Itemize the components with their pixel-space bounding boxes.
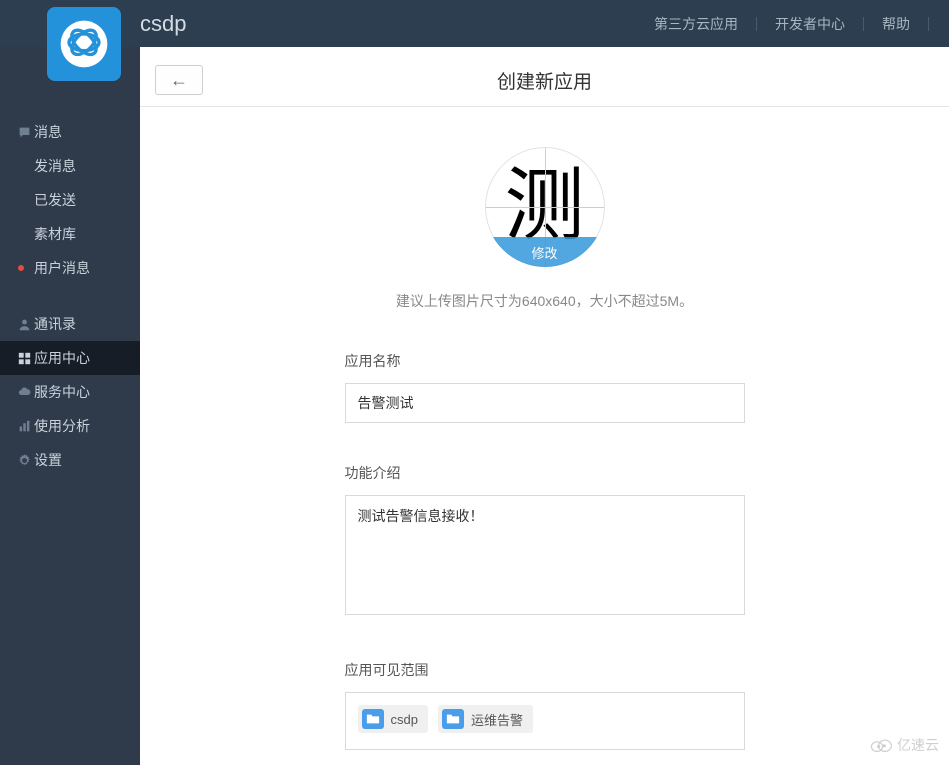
sidebar-item-contacts[interactable]: 通讯录: [0, 307, 140, 341]
field-app-name: 应用名称: [345, 351, 745, 423]
user-icon: [14, 318, 34, 331]
sidebar-item-settings[interactable]: 设置: [0, 443, 140, 477]
sidebar-label: 素材库: [34, 224, 76, 244]
page-title: 创建新应用: [497, 67, 592, 94]
sidebar-item-materials[interactable]: 素材库: [0, 217, 140, 251]
field-description: 功能介绍: [345, 463, 745, 620]
nav-help[interactable]: 帮助: [864, 14, 928, 34]
sidebar-label: 消息: [34, 122, 62, 142]
sidebar-item-app-center[interactable]: 应用中心: [0, 341, 140, 375]
watermark: 亿速云: [869, 735, 939, 755]
main-area: ← 创建新应用 测 修改 建议上传图片尺寸为640x640，大小不超过5M。 应…: [140, 47, 949, 765]
app-name-label: 应用名称: [345, 351, 745, 371]
folder-icon: [442, 709, 464, 729]
nav-divider: [928, 17, 929, 31]
grid-icon: [14, 352, 34, 365]
chart-icon: [14, 420, 34, 433]
folder-icon: [362, 709, 384, 729]
nav-cloud-app[interactable]: 第三方云应用: [636, 14, 756, 34]
avatar-hint: 建议上传图片尺寸为640x640，大小不超过5M。: [396, 291, 693, 311]
app-avatar-upload[interactable]: 测 修改: [485, 147, 605, 267]
scope-selector[interactable]: csdp 运维告警: [345, 692, 745, 750]
scope-tag-label: csdp: [391, 712, 418, 727]
sidebar-item-user-msg[interactable]: 用户消息: [0, 251, 140, 285]
app-logo: [47, 7, 121, 81]
scope-tag[interactable]: csdp: [358, 705, 428, 733]
sidebar-item-service-center[interactable]: 服务中心: [0, 375, 140, 409]
notification-dot-icon: [18, 265, 24, 271]
logo-icon: [59, 19, 109, 69]
sidebar-label: 已发送: [34, 190, 76, 210]
arrow-left-icon: ←: [170, 70, 188, 91]
app-name-input[interactable]: [345, 383, 745, 423]
sidebar-item-send-msg[interactable]: 发消息: [0, 149, 140, 183]
sidebar-item-sent[interactable]: 已发送: [0, 183, 140, 217]
topbar: csdp 第三方云应用 开发者中心 帮助: [0, 0, 949, 47]
gear-icon: [14, 454, 34, 467]
field-scope: 应用可见范围 csdp 运维告警: [345, 660, 745, 750]
topbar-nav: 第三方云应用 开发者中心 帮助: [636, 14, 929, 34]
sidebar-label: 设置: [34, 450, 62, 470]
page-header: ← 创建新应用: [140, 47, 949, 107]
back-button[interactable]: ←: [155, 65, 203, 95]
form-area: 测 修改 建议上传图片尺寸为640x640，大小不超过5M。 应用名称 功能介绍…: [140, 107, 949, 765]
watermark-cloud-icon: [869, 737, 893, 753]
cloud-icon: [14, 386, 34, 399]
sidebar-item-analytics[interactable]: 使用分析: [0, 409, 140, 443]
sidebar-item-messages[interactable]: 消息: [0, 115, 140, 149]
sidebar-label: 使用分析: [34, 416, 90, 436]
nav-dev-center[interactable]: 开发者中心: [757, 14, 863, 34]
sidebar-label: 用户消息: [34, 258, 90, 278]
sidebar-label: 服务中心: [34, 382, 90, 402]
sidebar-label: 应用中心: [34, 348, 90, 368]
scope-label: 应用可见范围: [345, 660, 745, 680]
sidebar-label: 通讯录: [34, 314, 76, 334]
watermark-text: 亿速云: [897, 735, 939, 755]
sidebar: 消息 发消息 已发送 素材库 用户消息 通讯录 应用中心 服务中心 使用分析: [0, 47, 140, 765]
sidebar-label: 发消息: [34, 156, 76, 176]
scope-tag[interactable]: 运维告警: [438, 705, 533, 733]
topbar-title: csdp: [140, 11, 636, 37]
description-label: 功能介绍: [345, 463, 745, 483]
chat-icon: [14, 126, 34, 139]
description-input[interactable]: [345, 495, 745, 615]
scope-tag-label: 运维告警: [471, 710, 523, 729]
avatar-edit-overlay: 修改: [485, 237, 605, 267]
